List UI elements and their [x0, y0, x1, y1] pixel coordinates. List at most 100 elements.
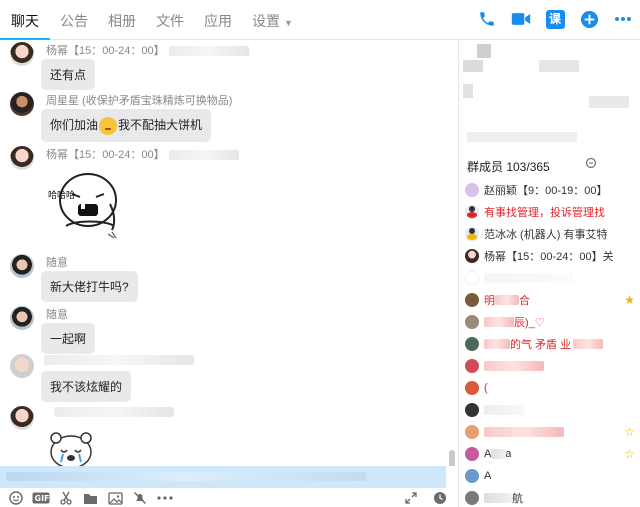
member-item[interactable]: 有事找管理，投诉管理找	[465, 201, 637, 223]
member-item[interactable]: 赵丽颖【9：00-19：00】	[465, 179, 637, 201]
member-name-suffix: 合	[519, 295, 530, 307]
member-name-suffix: 辰)_♡	[514, 317, 545, 329]
tab-bar: 聊天 公告 相册 文件 应用 设置 ▼	[0, 0, 303, 40]
class-button[interactable]: 课	[544, 8, 566, 30]
member-item[interactable]: 明 合 ★	[465, 289, 637, 311]
avatar[interactable]	[10, 306, 34, 330]
member-item[interactable]	[465, 355, 637, 377]
avatar	[465, 469, 479, 483]
mute-bell-icon[interactable]	[132, 490, 148, 506]
avatar	[465, 227, 479, 241]
svg-text:GIF: GIF	[35, 494, 50, 503]
avatar	[465, 447, 479, 461]
tab-files[interactable]: 文件	[146, 0, 194, 40]
member-item[interactable]	[465, 267, 637, 289]
sender-name: 杨幂【15：00-24：00】	[46, 45, 165, 57]
message-text: 你们加油	[50, 118, 99, 132]
member-name: 范冰冰 (机器人) 有事艾特	[484, 229, 608, 241]
folder-icon[interactable]	[82, 490, 98, 506]
plus-icon[interactable]	[578, 8, 600, 30]
tab-chat[interactable]: 聊天	[0, 0, 50, 40]
member-name: A	[484, 470, 492, 482]
phone-icon[interactable]	[476, 8, 498, 30]
member-item[interactable]: 范冰冰 (机器人) 有事艾特	[465, 223, 637, 245]
avatar	[465, 293, 479, 307]
member-panel: 群成员 103/365 赵丽颖【9：00-19：00】 有事找管理，投诉管理找 …	[459, 40, 640, 507]
message-bubble: 新大佬打牛吗?	[41, 271, 138, 302]
member-item[interactable]: Aa ☆	[465, 443, 637, 465]
member-item[interactable]: A	[465, 465, 637, 487]
member-name-suffix: 航	[512, 493, 523, 505]
star-outline-icon: ☆	[624, 447, 635, 461]
message-input[interactable]	[0, 466, 446, 488]
tab-settings[interactable]: 设置 ▼	[242, 0, 303, 40]
message-bubble: 我不该炫耀的	[41, 371, 132, 402]
scissors-icon[interactable]	[58, 490, 74, 506]
message-bubble: 还有点	[41, 59, 96, 90]
avatar	[465, 491, 479, 505]
search-member-icon[interactable]	[585, 157, 598, 173]
emoji-icon[interactable]	[8, 490, 24, 506]
expand-icon[interactable]	[403, 490, 419, 506]
avatar[interactable]	[10, 354, 34, 378]
tab-announcement[interactable]: 公告	[50, 0, 98, 40]
message-bubble: 一起啊	[41, 323, 96, 354]
tab-settings-label: 设置	[252, 13, 280, 29]
member-item[interactable]: 辰)_♡	[465, 311, 637, 333]
avatar	[465, 249, 479, 263]
more-icon[interactable]	[612, 8, 634, 30]
member-item[interactable]	[465, 399, 637, 421]
member-item[interactable]: ☆	[465, 421, 637, 443]
message-item: 周星星 (收保护矛盾宝珠精炼可换物品) 你们加油 我不配抽大饼机	[10, 92, 450, 142]
member-name-suffix: 的气 矛盾 业	[510, 339, 572, 351]
avatar[interactable]	[10, 406, 34, 430]
sender-name: 随意	[46, 309, 68, 321]
top-nav: 聊天 公告 相册 文件 应用 设置 ▼ 课	[0, 0, 640, 40]
tab-album[interactable]: 相册	[98, 0, 146, 40]
member-name-suffix: a	[505, 448, 512, 460]
avatar	[465, 183, 479, 197]
member-name: (	[484, 382, 488, 394]
sticker-image[interactable]	[46, 428, 96, 466]
message-item: 随意 一起啊	[10, 306, 450, 354]
message-item: 杨幂【15：00-24：00】 哈哈哈	[10, 146, 450, 246]
video-icon[interactable]	[510, 8, 532, 30]
sender-name: 杨幂【15：00-24：00】	[46, 149, 165, 161]
avatar	[465, 381, 479, 395]
star-icon: ★	[624, 293, 635, 307]
gif-icon[interactable]: GIF	[32, 490, 50, 506]
sender-name: 随意	[46, 257, 68, 269]
more-icon[interactable]	[155, 490, 175, 506]
message-item: 杨幂【15：00-24：00】 还有点	[10, 42, 450, 90]
member-item[interactable]: 的气 矛盾 业	[465, 333, 637, 355]
avatar[interactable]	[10, 146, 34, 170]
input-toolbar: GIF	[0, 488, 458, 507]
class-label: 课	[545, 9, 565, 29]
member-name: 有事找管理，投诉管理找	[484, 207, 605, 219]
member-count-title: 群成员 103/365	[467, 160, 550, 174]
avatar	[465, 337, 479, 351]
avatar[interactable]	[10, 254, 34, 278]
member-item[interactable]: 航	[465, 487, 637, 507]
history-clock-icon[interactable]	[432, 490, 448, 506]
message-item	[10, 406, 450, 466]
sticker-image[interactable]: 哈哈哈	[46, 164, 126, 242]
star-outline-icon: ☆	[624, 425, 635, 439]
member-name: A	[484, 448, 492, 460]
avatar	[465, 271, 479, 285]
emoji-icon	[99, 116, 118, 135]
member-item[interactable]: (	[465, 377, 637, 399]
member-name: 杨幂【15：00-24：00】关	[484, 251, 614, 263]
image-icon[interactable]	[107, 490, 123, 506]
member-item[interactable]: 杨幂【15：00-24：00】关	[465, 245, 637, 267]
message-bubble: 你们加油 我不配抽大饼机	[41, 109, 212, 142]
avatar[interactable]	[10, 92, 34, 116]
message-text: 我不配抽大饼机	[118, 118, 203, 132]
avatar	[465, 315, 479, 329]
chat-area[interactable]: 杨幂【15：00-24：00】 还有点 周星星 (收保护矛盾宝珠精炼可换物品) …	[0, 40, 458, 466]
message-item: 我不该炫耀的	[10, 354, 450, 402]
chevron-down-icon: ▼	[284, 18, 293, 28]
tab-apps[interactable]: 应用	[194, 0, 242, 40]
avatar[interactable]	[10, 42, 34, 66]
scrollbar-thumb[interactable]	[449, 450, 455, 466]
